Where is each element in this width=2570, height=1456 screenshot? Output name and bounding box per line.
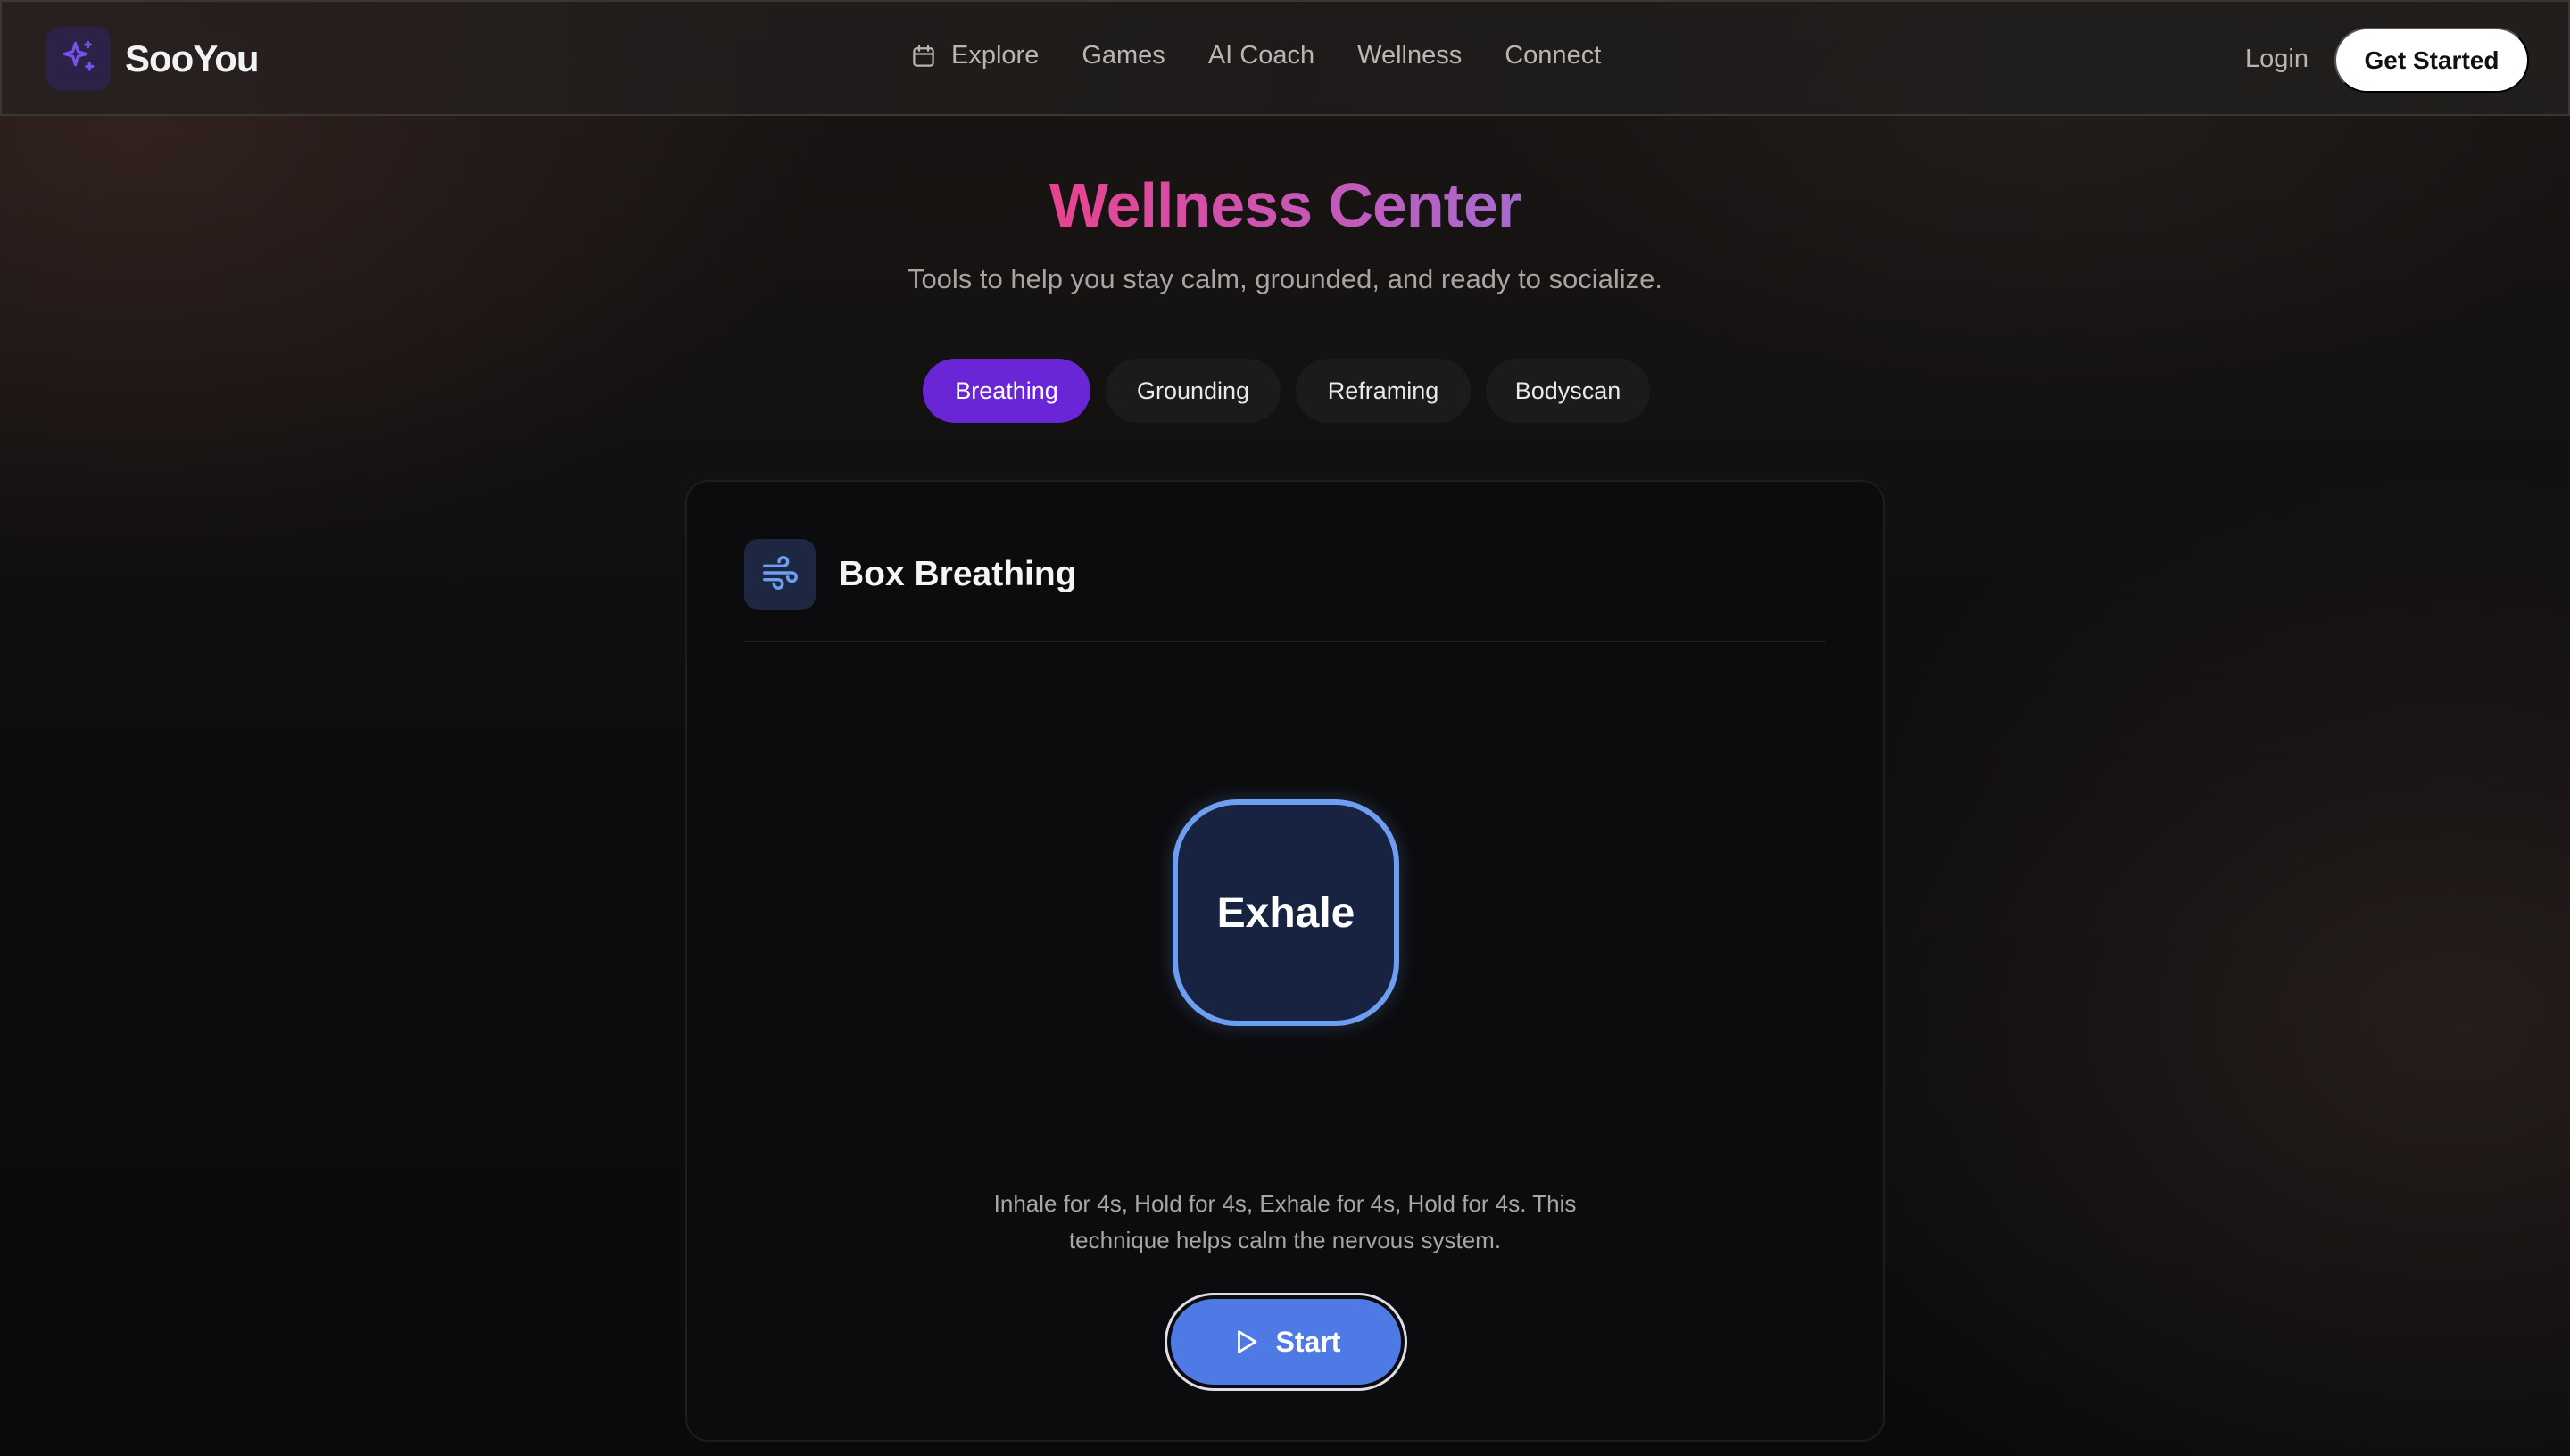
- tab-breathing[interactable]: Breathing: [923, 359, 1090, 423]
- play-icon: [1231, 1327, 1262, 1357]
- start-button[interactable]: Start: [1165, 1293, 1407, 1391]
- nav-item-label: Connect: [1505, 41, 1602, 70]
- nav-item-connect[interactable]: Connect: [1505, 41, 1601, 70]
- tab-bodyscan[interactable]: Bodyscan: [1486, 359, 1650, 423]
- wind-icon: [759, 552, 800, 598]
- nav-item-wellness[interactable]: Wellness: [1357, 41, 1462, 70]
- main-nav: Explore Games AI Coach Wellness Connect: [910, 41, 1644, 70]
- logo[interactable]: [46, 27, 111, 91]
- brand-name[interactable]: SooYou: [125, 37, 260, 80]
- get-started-button[interactable]: Get Started: [2334, 28, 2529, 93]
- nav-item-label: AI Coach: [1207, 41, 1315, 70]
- exercise-card: Box Breathing Exhale Inhale for 4s, Hold…: [685, 480, 1885, 1442]
- divider: [744, 641, 1826, 642]
- nav-item-explore[interactable]: Explore: [910, 41, 1039, 70]
- wellness-tabs: Breathing Grounding Reframing Bodyscan: [923, 359, 1665, 423]
- start-button-label: Start: [1275, 1325, 1341, 1358]
- exercise-icon-box: [744, 539, 816, 610]
- breathing-phase-label: Exhale: [1216, 889, 1355, 937]
- sparkles-icon: [60, 38, 97, 80]
- page-subtitle: Tools to help you stay calm, grounded, a…: [907, 263, 1663, 294]
- tab-reframing[interactable]: Reframing: [1296, 359, 1471, 423]
- exercise-title: Box Breathing: [839, 555, 1077, 593]
- nav-item-label: Wellness: [1357, 41, 1463, 70]
- page-title: Wellness Center: [0, 170, 2570, 241]
- nav-item-label: Explore: [951, 41, 1040, 70]
- exercise-description: Inhale for 4s, Hold for 4s, Exhale for 4…: [993, 1190, 1577, 1253]
- tab-grounding[interactable]: Grounding: [1106, 359, 1281, 423]
- login-link[interactable]: Login: [2245, 45, 2309, 74]
- breathing-indicator: Exhale: [1173, 799, 1399, 1026]
- nav-item-label: Games: [1082, 41, 1165, 70]
- page-title-text: Wellness Center: [1049, 170, 1521, 240]
- top-navbar: SooYou Explore Games AI Coach Wellness C…: [0, 0, 2570, 116]
- nav-item-ai-coach[interactable]: AI Coach: [1208, 41, 1314, 70]
- calendar-icon: [910, 43, 937, 70]
- nav-item-games[interactable]: Games: [1082, 41, 1165, 70]
